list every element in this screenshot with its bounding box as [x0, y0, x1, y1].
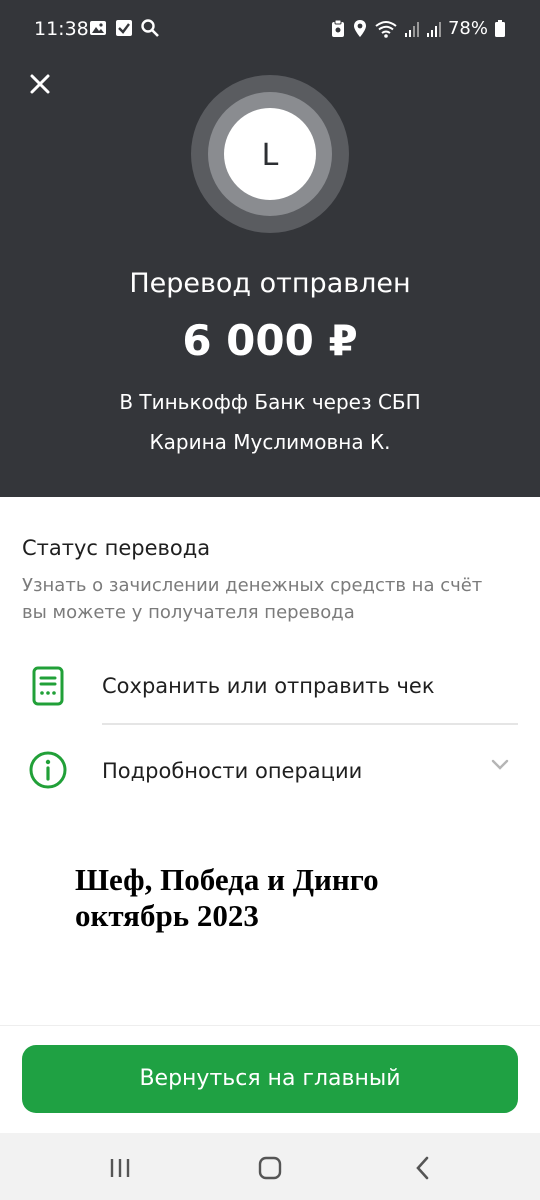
- signal-icon: [404, 21, 419, 37]
- info-icon: [29, 751, 67, 789]
- search-icon: [141, 19, 159, 37]
- receipt-icon: [32, 666, 64, 706]
- status-icons-right: 78%: [330, 18, 506, 39]
- transfer-bank: В Тинькофф Банк через СБП: [119, 390, 421, 414]
- bottom-separator: [0, 1025, 540, 1026]
- avatar-letter: L: [262, 138, 279, 173]
- recipient-name: Карина Муслимовна К.: [149, 430, 391, 454]
- return-home-button[interactable]: Вернуться на главный: [22, 1045, 518, 1113]
- save-receipt-label: Сохранить или отправить чек: [102, 674, 435, 698]
- checkbox-icon: [116, 20, 132, 36]
- gallery-icon: [90, 21, 106, 35]
- transfer-hero: L Перевод отправлен 6 000 ₽ В Тинькофф Б…: [0, 60, 540, 497]
- operation-details-row[interactable]: Подробности операции: [0, 730, 540, 810]
- status-time: 11:38: [34, 18, 89, 40]
- transfer-status-title: Перевод отправлен: [129, 268, 411, 299]
- overlay-line-1: Шеф, Победа и Динго: [75, 862, 379, 897]
- battery-percent: 78%: [447, 18, 488, 39]
- battery-icon: [495, 19, 505, 37]
- section-description: Узнать о зачислении денежных средств на …: [22, 575, 483, 623]
- recent-apps-icon[interactable]: [105, 1153, 135, 1183]
- avatar: L: [191, 75, 349, 233]
- overlay-line-2: октябрь 2023: [75, 898, 259, 933]
- section-title: Статус перевода: [22, 536, 211, 560]
- status-bar: 11:38 78%: [0, 0, 540, 60]
- operation-details-label: Подробности операции: [102, 759, 363, 783]
- save-receipt-row[interactable]: Сохранить или отправить чек: [0, 646, 540, 726]
- system-nav-bar: [0, 1133, 540, 1200]
- divider: [102, 723, 518, 725]
- clipboard-icon: [331, 19, 344, 37]
- back-icon[interactable]: [408, 1153, 438, 1183]
- signal-icon: [426, 21, 441, 37]
- home-icon[interactable]: [255, 1153, 285, 1183]
- status-icons-left: [88, 18, 160, 38]
- transfer-amount: 6 000 ₽: [182, 316, 358, 365]
- location-icon: [353, 19, 366, 37]
- overlay-caption: Шеф, Победа и Динго октябрь 2023: [75, 862, 379, 934]
- chevron-down-icon[interactable]: [490, 758, 510, 772]
- wifi-icon: [375, 20, 397, 38]
- close-icon[interactable]: [22, 66, 58, 102]
